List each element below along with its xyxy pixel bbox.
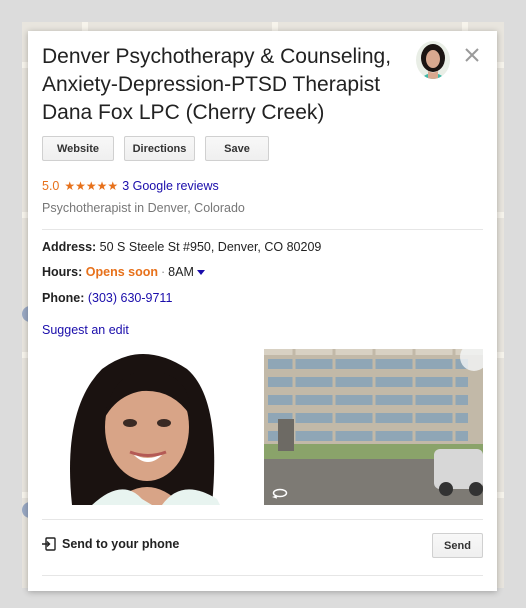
address-line: Address: 50 S Steele St #950, Denver, CO… [42, 240, 321, 254]
reviews-link[interactable]: 3 Google reviews [122, 179, 219, 193]
address-value: 50 S Steele St #950, Denver, CO 80209 [99, 240, 322, 254]
address-label: Address: [42, 240, 97, 254]
divider [42, 575, 483, 576]
star-rating-icon: ★★★★★ [64, 179, 119, 193]
suggest-edit-link[interactable]: Suggest an edit [42, 323, 129, 337]
phone-link[interactable]: (303) 630-9711 [88, 291, 173, 305]
rating-score: 5.0 [42, 179, 60, 193]
directions-button[interactable]: Directions [124, 136, 195, 161]
profile-photo[interactable] [42, 349, 234, 505]
place-title-line: Anxiety-Depression-PTSD Therapist [42, 73, 381, 96]
close-icon[interactable] [462, 45, 482, 65]
hours-label: Hours: [42, 265, 83, 279]
place-title-line: Denver Psychotherapy & Counseling, [42, 45, 392, 68]
divider [42, 519, 483, 520]
phone-line: Phone: (303) 630-9711 [42, 291, 172, 305]
hours-separator: · [161, 265, 166, 279]
divider [42, 229, 483, 230]
phone-label: Phone: [42, 291, 85, 305]
profile-avatar[interactable] [416, 41, 450, 79]
place-info-card: Denver Psychotherapy & Counseling, Anxie… [28, 31, 497, 591]
place-title-line: Dana Fox LPC (Cherry Creek) [42, 101, 325, 124]
rating-row: 5.0 ★★★★★ 3 Google reviews [42, 179, 219, 193]
send-to-phone-label: Send to your phone [62, 537, 180, 551]
send-to-phone-row[interactable]: Send to your phone [42, 537, 179, 551]
street-view-photo[interactable] [264, 349, 483, 505]
save-button[interactable]: Save [205, 136, 269, 161]
send-button[interactable]: Send [432, 533, 483, 558]
action-buttons: Website Directions Save [42, 136, 269, 161]
rotate-360-icon[interactable] [272, 487, 288, 499]
hours-line: Hours: Opens soon · 8AM [42, 265, 205, 279]
hours-status: Opens soon [85, 265, 158, 279]
chevron-down-icon[interactable] [196, 270, 205, 276]
send-to-device-icon [42, 537, 56, 551]
hours-time[interactable]: 8AM [168, 265, 194, 279]
website-button[interactable]: Website [42, 136, 114, 161]
place-category: Psychotherapist in Denver, Colorado [42, 201, 245, 215]
place-title: Denver Psychotherapy & Counseling, Anxie… [42, 43, 412, 127]
